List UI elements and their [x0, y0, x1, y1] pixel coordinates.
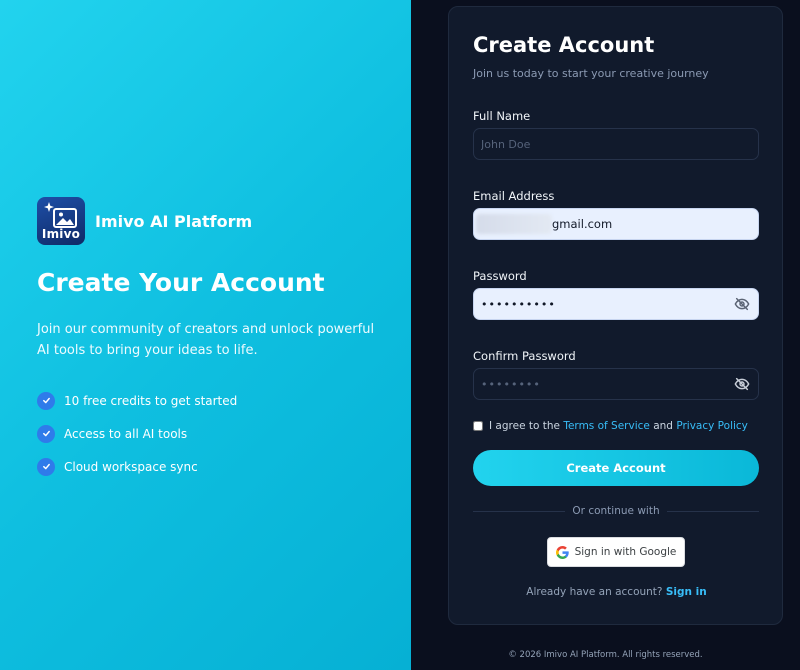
- password-label: Password: [473, 269, 527, 283]
- create-account-button[interactable]: Create Account: [473, 450, 759, 486]
- signin-link[interactable]: Sign in: [666, 586, 707, 598]
- eye-off-icon: [734, 377, 750, 391]
- confirm-password-input[interactable]: [473, 368, 759, 400]
- terms-checkbox[interactable]: [473, 421, 483, 431]
- brand-logo-text: Imivo: [41, 227, 81, 241]
- divider-line: [473, 510, 566, 512]
- redacted-email-user: [476, 214, 552, 234]
- divider-line: [666, 510, 760, 512]
- terms-agreement: I agree to the Terms of Service and Priv…: [473, 420, 748, 432]
- privacy-policy-link[interactable]: Privacy Policy: [676, 420, 748, 432]
- google-signin-button[interactable]: Sign in with Google: [547, 537, 685, 567]
- hero-panel: Imivo Imivo AI Platform Create Your Acco…: [0, 0, 411, 670]
- signin-prompt: Already have an account?: [526, 586, 663, 598]
- signin-prompt-row: Already have an account? Sign in: [449, 586, 784, 598]
- email-label: Email Address: [473, 189, 555, 203]
- form-title: Create Account: [473, 33, 655, 57]
- check-icon: [37, 457, 55, 476]
- feature-text: 10 free credits to get started: [64, 393, 238, 408]
- form-subtitle: Join us today to start your creative jou…: [473, 67, 709, 80]
- hero-description: Join our community of creators and unloc…: [37, 322, 375, 358]
- feature-text: Cloud workspace sync: [64, 459, 198, 474]
- terms-and: and: [653, 420, 673, 432]
- terms-prefix: I agree to the: [489, 420, 560, 432]
- confirm-password-label: Confirm Password: [473, 349, 576, 363]
- toggle-confirm-password-visibility[interactable]: [733, 375, 751, 393]
- brand: Imivo Imivo AI Platform: [37, 197, 252, 245]
- feature-item: Cloud workspace sync: [37, 450, 237, 483]
- email-value: gmail.com: [552, 217, 613, 231]
- check-icon: [37, 391, 55, 410]
- feature-item: Access to all AI tools: [37, 417, 237, 450]
- eye-off-icon: [734, 297, 750, 311]
- hero-title: Create Your Account: [37, 268, 325, 297]
- password-input[interactable]: [473, 288, 759, 320]
- terms-of-service-link[interactable]: Terms of Service: [563, 420, 650, 432]
- form-panel: Create Account Join us today to start yo…: [411, 0, 800, 670]
- divider-text: Or continue with: [572, 505, 660, 517]
- feature-list: 10 free credits to get started Access to…: [37, 384, 237, 483]
- footer-copyright: © 2026 Imivo AI Platform. All rights res…: [508, 650, 703, 660]
- or-divider: Or continue with: [473, 504, 760, 518]
- google-signin-label: Sign in with Google: [574, 546, 677, 558]
- full-name-input[interactable]: [473, 128, 759, 160]
- check-icon: [37, 424, 55, 443]
- feature-item: 10 free credits to get started: [37, 384, 237, 417]
- brand-logo: Imivo: [37, 197, 85, 245]
- feature-text: Access to all AI tools: [64, 426, 188, 441]
- google-g-icon: [555, 545, 569, 559]
- brand-name: Imivo AI Platform: [95, 211, 253, 231]
- full-name-label: Full Name: [473, 109, 531, 123]
- signup-card: Create Account Join us today to start yo…: [448, 6, 783, 625]
- toggle-password-visibility[interactable]: [733, 295, 751, 313]
